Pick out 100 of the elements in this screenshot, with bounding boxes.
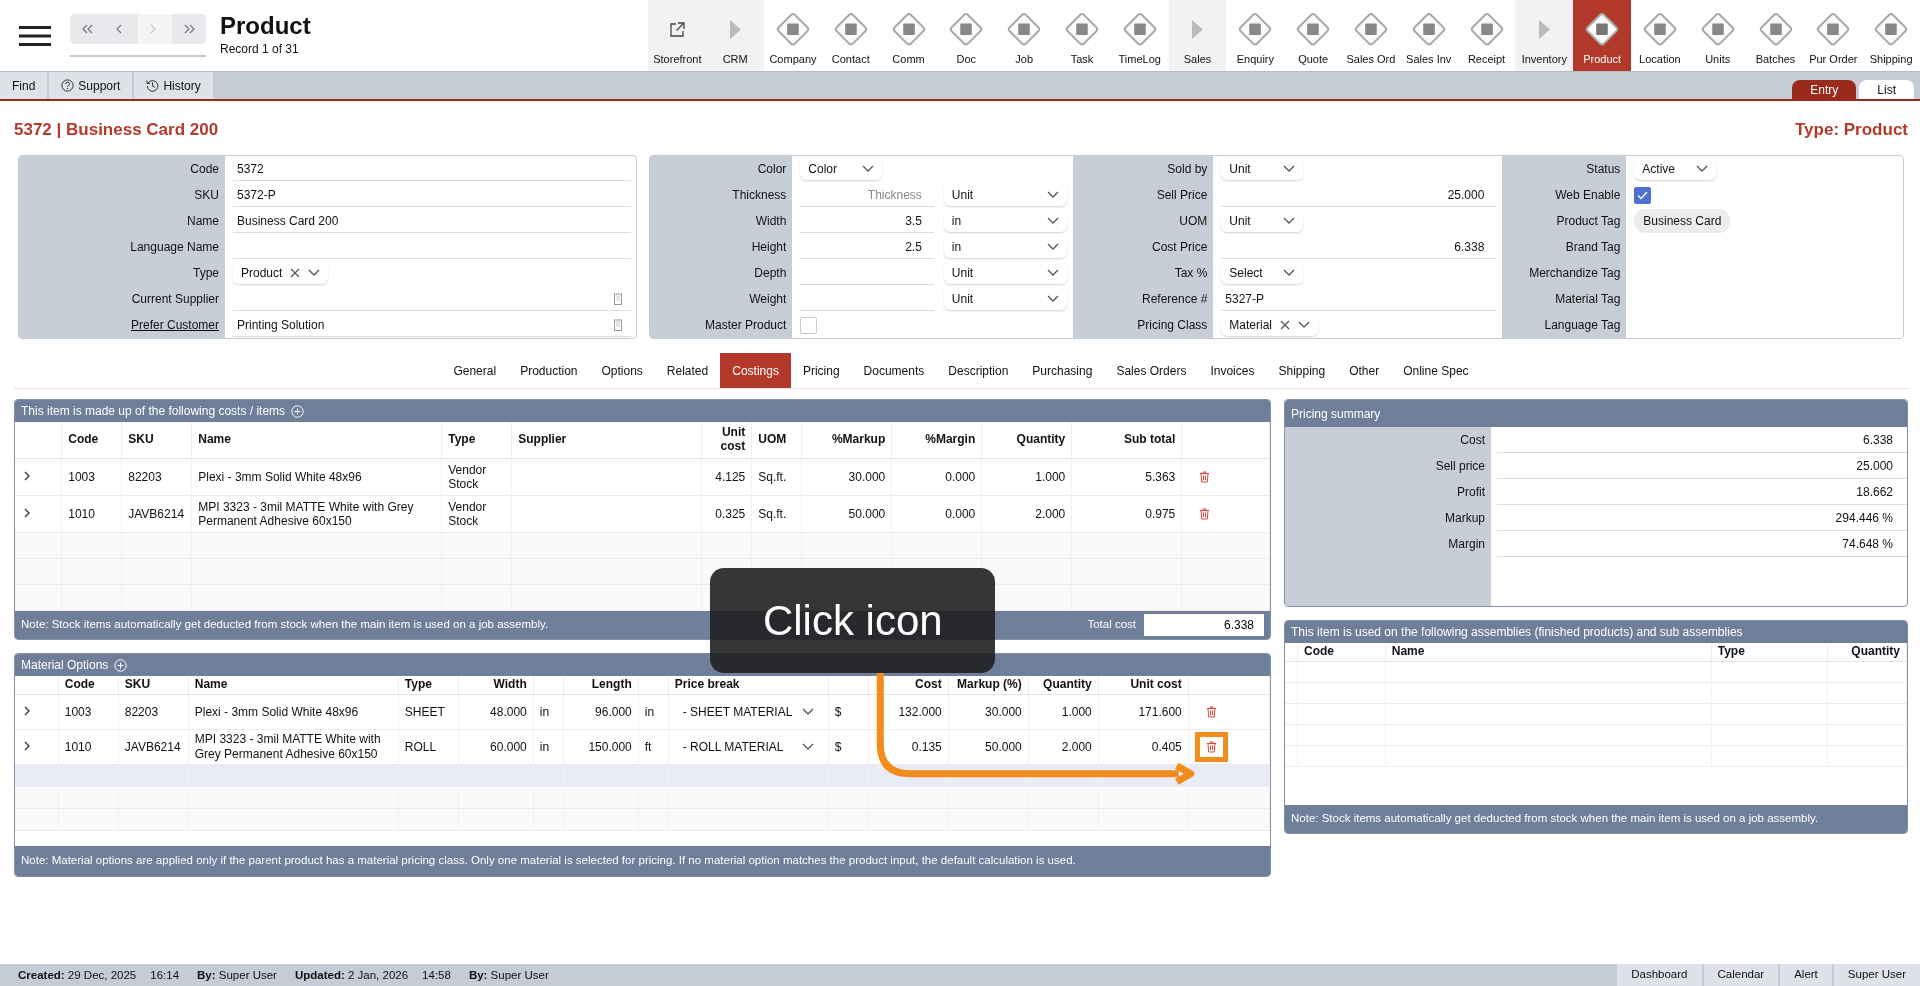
- tab[interactable]: Production: [508, 353, 590, 388]
- field-label: Weight: [650, 286, 793, 312]
- table-cell: JAVB6214: [118, 729, 189, 765]
- column-header: Type: [441, 422, 512, 459]
- field-label: Product Tag: [1502, 208, 1627, 234]
- field-label: Code: [19, 156, 225, 182]
- summary-label: Sell price: [1285, 453, 1491, 479]
- status-text: Created: 29 Dec, 2025: [17, 968, 137, 983]
- table-cell: MPI 3323 - 3mil MATTE White with Grey Permanent Adhesive 60x150: [188, 729, 399, 765]
- tab[interactable]: Online Spec: [1391, 353, 1481, 388]
- unit-select[interactable]: Unit: [943, 184, 1068, 206]
- field-label: Thickness: [650, 182, 793, 208]
- table-cell: Sq.ft.: [751, 458, 802, 496]
- total-field[interactable]: 6.338: [1144, 614, 1264, 636]
- tab[interactable]: Options: [589, 353, 655, 388]
- view-tab[interactable]: Entry: [1792, 80, 1857, 99]
- summary-label: Profit: [1285, 479, 1491, 505]
- panel-title: This item is made up of the following costs / items: [21, 403, 286, 421]
- tab[interactable]: General: [441, 353, 509, 388]
- tab[interactable]: Description: [936, 353, 1021, 388]
- tab[interactable]: Other: [1337, 353, 1392, 388]
- summary-label: Cost: [1285, 427, 1491, 453]
- table-cell: 150.000: [563, 729, 639, 765]
- table-cell: in: [638, 694, 669, 730]
- table-cell: Plexi - 3mm Solid White 48x96: [188, 694, 399, 730]
- table-cell: SHEET: [398, 694, 459, 730]
- column-header: UOM: [751, 422, 802, 459]
- column-header: Code: [1297, 643, 1386, 662]
- table-cell: 1010: [58, 729, 119, 765]
- status-text: Updated: 2 Jan, 2026: [293, 968, 409, 983]
- field-label: Reference #: [1073, 286, 1214, 312]
- panel-title: Material Options: [21, 657, 109, 674]
- unit-select[interactable]: Unit: [943, 288, 1068, 310]
- select-field[interactable]: Material: [1221, 314, 1319, 336]
- field-label: Status: [1502, 156, 1627, 182]
- select-field[interactable]: Color: [800, 158, 883, 180]
- table-cell: Sq.ft.: [751, 495, 802, 533]
- module-tab[interactable]: Storefront: [648, 0, 707, 71]
- view-tab[interactable]: List: [1859, 80, 1914, 99]
- column-header: Sub total: [1071, 422, 1182, 459]
- lookup-field[interactable]: Printing Solution: [233, 313, 631, 337]
- find-button[interactable]: Find: [0, 72, 48, 99]
- field-label: Tax %: [1073, 260, 1214, 286]
- column-header: %Margin: [891, 422, 982, 459]
- tab[interactable]: Pricing: [790, 353, 852, 388]
- status-link[interactable]: Dashboard: [1617, 964, 1702, 986]
- status-text: By: Super User: [196, 968, 277, 983]
- column-header: Unit cost: [1098, 676, 1189, 695]
- tab[interactable]: Documents: [851, 353, 937, 388]
- module-tab[interactable]: Product: [1573, 0, 1631, 71]
- select-field[interactable]: Unit: [1221, 158, 1304, 180]
- module-tab[interactable]: CRM: [706, 0, 765, 71]
- select-field[interactable]: Active: [1634, 158, 1717, 180]
- panel-title: Pricing summary: [1291, 405, 1381, 423]
- table-cell: 82203: [121, 458, 192, 496]
- select-field[interactable]: Select: [1221, 262, 1304, 284]
- column-header: Price break: [668, 676, 829, 695]
- tab[interactable]: Purchasing: [1020, 353, 1105, 388]
- field-label: Sold by: [1073, 156, 1214, 182]
- field-label: Color: [650, 156, 793, 182]
- table-cell: ROLL: [398, 729, 459, 765]
- summary-value: 18.662: [1497, 479, 1907, 505]
- column-header: Name: [188, 676, 399, 695]
- table-cell: MPI 3323 - 3mil MATTE White with Grey Permanent Adhesive 60x150: [191, 495, 442, 533]
- module-tab[interactable]: Sales: [1168, 0, 1227, 71]
- unit-select[interactable]: Unit: [943, 262, 1068, 284]
- select-field[interactable]: Unit: [1221, 210, 1304, 232]
- field-label: Type: [19, 260, 225, 286]
- total-label: Total cost: [1087, 617, 1136, 633]
- column-header: Quantity: [981, 422, 1072, 459]
- record-counter: Record 1 of 31: [220, 40, 300, 58]
- tab[interactable]: Related: [654, 353, 721, 388]
- table-cell: 4.125: [701, 458, 752, 496]
- column-header: Cost: [868, 676, 949, 695]
- table-cell: 2.000: [1028, 729, 1099, 765]
- tag-chip[interactable]: Business Card: [1634, 209, 1731, 233]
- tab[interactable]: Invoices: [1198, 353, 1267, 388]
- table-cell: in: [533, 729, 564, 765]
- table-cell: 171.600: [1098, 694, 1189, 730]
- status-link[interactable]: Alert: [1780, 964, 1832, 986]
- table-cell: 5.363: [1071, 458, 1182, 496]
- tab[interactable]: Shipping: [1266, 353, 1338, 388]
- field-label: Pricing Class: [1073, 312, 1214, 338]
- record-type: Type: Product: [1794, 119, 1908, 142]
- table-cell: 1.000: [1028, 694, 1099, 730]
- support-button[interactable]: Support: [49, 72, 133, 99]
- tab[interactable]: Costings: [720, 353, 791, 388]
- unit-select[interactable]: in: [943, 236, 1068, 258]
- tab[interactable]: Sales Orders: [1104, 353, 1199, 388]
- status-link[interactable]: Super User: [1833, 964, 1920, 986]
- unit-select[interactable]: in: [943, 210, 1068, 232]
- select-field[interactable]: Product: [233, 262, 329, 284]
- table-cell: 0.405: [1098, 729, 1189, 765]
- summary-value: 25.000: [1497, 453, 1907, 479]
- module-tab[interactable]: Inventory: [1515, 0, 1574, 71]
- status-link[interactable]: Calendar: [1703, 964, 1779, 986]
- table-cell: in: [533, 694, 564, 730]
- history-button[interactable]: History: [134, 72, 213, 99]
- field-label: Merchandize Tag: [1502, 260, 1627, 286]
- table-cell: 0.000: [891, 458, 982, 496]
